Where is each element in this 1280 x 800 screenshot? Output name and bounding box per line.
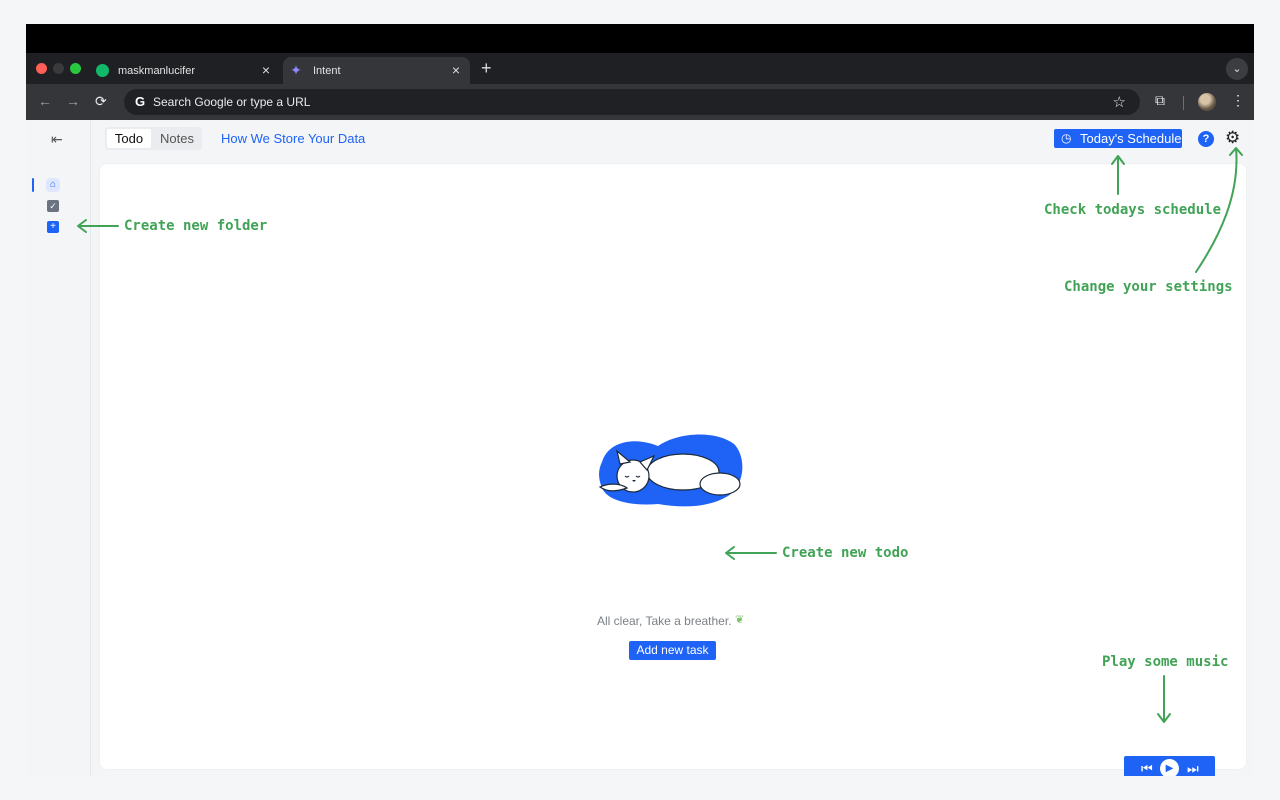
previous-track-icon[interactable]: ⏮ [1141, 759, 1153, 776]
home-folder-icon[interactable]: ⌂ [46, 178, 60, 192]
close-window-button[interactable] [36, 63, 47, 74]
data-storage-link[interactable]: How We Store Your Data [221, 131, 365, 146]
checklist-folder-icon[interactable]: ✓ [47, 200, 59, 212]
help-icon[interactable]: ? [1198, 131, 1214, 147]
collapse-sidebar-icon[interactable]: ⇤ [51, 131, 63, 148]
add-folder-button[interactable]: + [47, 221, 59, 233]
tab-close-icon[interactable]: × [452, 62, 460, 78]
schedule-label: Today's Schedule [1080, 131, 1182, 146]
tab-strip: maskmanlucifer × ✦ Intent × + ⌄ [26, 53, 1254, 84]
intent-logo-icon: ✦ [290, 62, 302, 78]
menu-dots-icon[interactable]: ⋮ [1231, 92, 1245, 109]
music-player: ⏮ ▶ ⏭ [1124, 756, 1215, 776]
new-tab-button[interactable]: + [481, 58, 492, 79]
tab-todo[interactable]: Todo [107, 129, 151, 148]
todays-schedule-button[interactable]: ◷ Today's Schedule [1054, 129, 1182, 148]
profile-avatar[interactable] [1198, 93, 1216, 111]
sleeping-cat-illustration [598, 434, 743, 507]
extensions-icon[interactable]: ⧉ [1155, 92, 1165, 109]
active-indicator [32, 178, 34, 192]
google-icon: G [134, 94, 146, 109]
next-track-icon[interactable]: ⏭ [1187, 759, 1199, 776]
tab-maskmanlucifer[interactable]: maskmanlucifer × [88, 57, 280, 84]
bookmark-star-icon[interactable]: ☆ [1113, 93, 1126, 111]
tab-notes[interactable]: Notes [155, 129, 199, 148]
tab-intent[interactable]: ✦ Intent × [283, 57, 470, 84]
tab-label: Intent [313, 65, 341, 77]
annotation-play-music: Play some music [1102, 654, 1229, 670]
cat-tail [699, 472, 741, 496]
tab-label: maskmanlucifer [118, 65, 196, 77]
tab-close-icon[interactable]: × [262, 62, 270, 78]
minimize-window-button[interactable] [53, 63, 64, 74]
sprout-icon: ❦ [735, 614, 745, 626]
tab-search-button[interactable]: ⌄ [1226, 58, 1248, 80]
clock-icon: ◷ [1061, 131, 1072, 145]
green-circle-icon [96, 64, 109, 77]
reload-button[interactable]: ⟳ [95, 93, 107, 110]
play-icon[interactable]: ▶ [1160, 759, 1179, 776]
annotation-check-schedule: Check todays schedule [1044, 202, 1222, 218]
annotation-create-folder: Create new folder [124, 218, 268, 234]
browser-toolbar: ← → ⟳ G Search Google or type a URL ☆ ⧉ … [26, 84, 1254, 120]
add-new-task-button[interactable]: Add new task [629, 641, 716, 660]
empty-state-message: All clear, Take a breather. [597, 614, 732, 628]
zoom-window-button[interactable] [70, 63, 81, 74]
annotation-change-settings: Change your settings [1064, 279, 1233, 295]
address-placeholder: Search Google or type a URL [153, 95, 311, 109]
browser-window: maskmanlucifer × ✦ Intent × + ⌄ ← → ⟳ G … [26, 24, 1254, 776]
annotation-create-todo: Create new todo [782, 545, 909, 561]
app-header: Todo Notes How We Store Your Data ◷ Toda… [92, 120, 1254, 158]
back-button[interactable]: ← [38, 93, 52, 109]
sidebar: ⇤ ⌂ ✓ + [26, 120, 91, 776]
address-bar[interactable]: G Search Google or type a URL ☆ [124, 89, 1140, 115]
forward-button[interactable]: → [66, 93, 80, 109]
toolbar-separator [1183, 96, 1184, 110]
view-switch: Todo Notes [105, 127, 202, 150]
settings-gear-icon[interactable]: ⚙ [1225, 128, 1240, 148]
